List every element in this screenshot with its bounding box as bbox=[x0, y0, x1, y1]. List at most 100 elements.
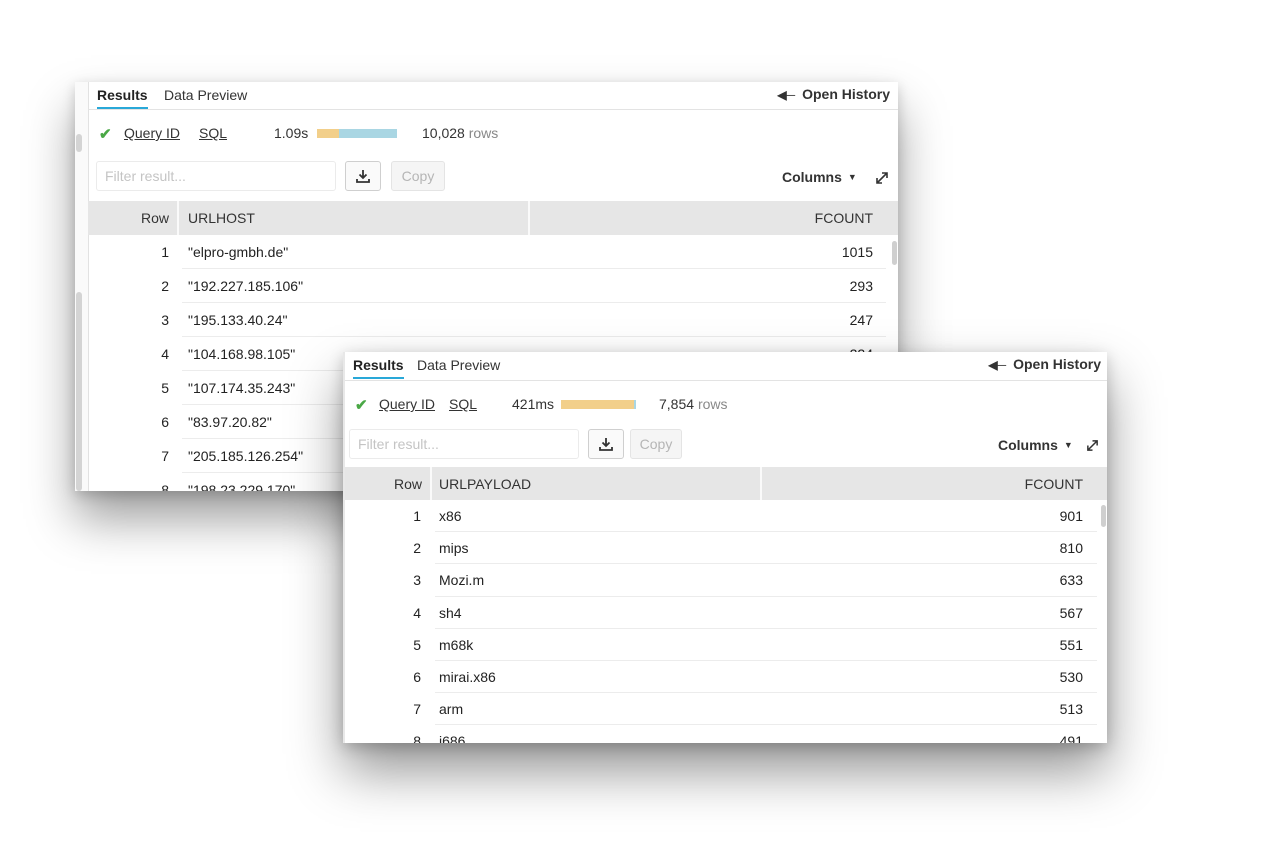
header-row[interactable]: Row bbox=[345, 467, 430, 500]
open-history-label: Open History bbox=[1013, 356, 1101, 372]
table-row[interactable]: 3 "195.133.40.24" 247 bbox=[88, 303, 898, 337]
check-icon: ✔ bbox=[355, 397, 368, 414]
cell-urlpayload[interactable]: sh4 bbox=[439, 597, 462, 629]
result-tabs: Results Data Preview ◀─ Open History bbox=[88, 82, 898, 110]
header-divider[interactable] bbox=[177, 201, 179, 235]
cell-urlpayload[interactable]: arm bbox=[439, 693, 463, 725]
header-divider[interactable] bbox=[430, 467, 432, 500]
tab-results[interactable]: Results bbox=[353, 357, 404, 379]
timing-segment-execute bbox=[633, 400, 636, 409]
cell-urlpayload[interactable]: x86 bbox=[439, 500, 462, 532]
timing-segment-compile bbox=[561, 400, 634, 409]
table-row[interactable]: 7 arm 513 bbox=[345, 693, 1107, 726]
header-divider[interactable] bbox=[760, 467, 762, 500]
cell-fcount[interactable]: 491 bbox=[1060, 725, 1083, 743]
cell-urlpayload[interactable]: mirai.x86 bbox=[439, 661, 496, 693]
grid-scrollbar[interactable] bbox=[892, 241, 897, 265]
cell-fcount[interactable]: 567 bbox=[1060, 597, 1083, 629]
cell-urlpayload[interactable]: m68k bbox=[439, 629, 473, 661]
cell-fcount[interactable]: 551 bbox=[1060, 629, 1083, 661]
cell-fcount[interactable]: 810 bbox=[1060, 532, 1083, 564]
header-row[interactable]: Row bbox=[88, 201, 177, 235]
cell-fcount[interactable]: 633 bbox=[1060, 564, 1083, 596]
copy-button[interactable]: Copy bbox=[630, 429, 682, 459]
left-gutter bbox=[75, 82, 89, 491]
timing-segment-compile bbox=[317, 129, 340, 138]
copy-button[interactable]: Copy bbox=[391, 161, 445, 191]
table-row[interactable]: 3 Mozi.m 633 bbox=[345, 564, 1107, 597]
header-fcount[interactable]: FCOUNT bbox=[1025, 467, 1083, 500]
header-divider[interactable] bbox=[528, 201, 530, 235]
cell-urlhost[interactable]: "198.23.229.170" bbox=[188, 473, 295, 491]
cell-urlpayload[interactable]: i686 bbox=[439, 725, 465, 743]
query-meta: ✔ Query ID SQL 1.09s 10,028 rows bbox=[88, 125, 898, 147]
table-row[interactable]: 2 mips 810 bbox=[345, 532, 1107, 565]
table-row[interactable]: 5 m68k 551 bbox=[345, 629, 1107, 661]
row-count: 10,028 rows bbox=[422, 125, 498, 141]
gutter-handle[interactable] bbox=[76, 134, 82, 152]
cell-urlhost[interactable]: "elpro-gmbh.de" bbox=[188, 235, 288, 269]
timing-segment-execute bbox=[339, 129, 397, 138]
cell-urlpayload[interactable]: Mozi.m bbox=[439, 564, 484, 596]
cell-urlhost[interactable]: "107.174.35.243" bbox=[188, 371, 295, 405]
columns-label: Columns bbox=[998, 437, 1058, 453]
columns-dropdown[interactable]: Columns ▼ bbox=[782, 169, 857, 185]
table-row[interactable]: 4 sh4 567 bbox=[345, 597, 1107, 629]
result-tabs: Results Data Preview ◀─ Open History bbox=[345, 352, 1107, 381]
expand-icon[interactable] bbox=[1086, 439, 1099, 452]
filter-input[interactable] bbox=[96, 161, 336, 191]
query-id-link[interactable]: Query ID bbox=[124, 125, 180, 141]
expand-icon[interactable] bbox=[875, 171, 889, 185]
grid-scrollbar[interactable] bbox=[1101, 505, 1106, 527]
table-row[interactable]: 8 i686 491 bbox=[345, 725, 1107, 743]
cell-urlhost[interactable]: "83.97.20.82" bbox=[188, 405, 272, 439]
cell-fcount[interactable]: 293 bbox=[850, 269, 873, 303]
filter-input[interactable] bbox=[349, 429, 579, 459]
row-divider bbox=[435, 627, 1097, 629]
row-divider bbox=[435, 531, 1097, 533]
cell-fcount[interactable]: 1015 bbox=[842, 235, 873, 269]
cell-urlpayload[interactable]: mips bbox=[439, 532, 469, 564]
query-id-link[interactable]: Query ID bbox=[379, 396, 435, 412]
cell-urlhost[interactable]: "192.227.185.106" bbox=[188, 269, 303, 303]
open-history-button[interactable]: ◀─ Open History bbox=[777, 86, 890, 102]
header-urlhost[interactable]: URLHOST bbox=[188, 201, 255, 235]
cell-fcount[interactable]: 247 bbox=[850, 303, 873, 337]
table-row[interactable]: 6 mirai.x86 530 bbox=[345, 661, 1107, 694]
open-history-button[interactable]: ◀─ Open History bbox=[988, 356, 1101, 372]
cell-urlhost[interactable]: "205.185.126.254" bbox=[188, 439, 303, 473]
row-count-value: 10,028 bbox=[422, 125, 465, 141]
header-fcount[interactable]: FCOUNT bbox=[815, 201, 873, 235]
cell-urlhost[interactable]: "104.168.98.105" bbox=[188, 337, 295, 371]
row-number: 6 bbox=[413, 669, 421, 686]
row-number: 8 bbox=[161, 482, 169, 491]
tab-results[interactable]: Results bbox=[97, 87, 148, 109]
row-divider bbox=[435, 563, 1097, 565]
cell-fcount[interactable]: 901 bbox=[1060, 500, 1083, 532]
gutter-scrollbar[interactable] bbox=[76, 292, 82, 491]
arrow-left-icon: ◀─ bbox=[988, 358, 1007, 372]
row-number: 2 bbox=[161, 278, 169, 294]
cell-fcount[interactable]: 530 bbox=[1060, 661, 1083, 693]
download-button[interactable] bbox=[345, 161, 381, 191]
row-divider bbox=[435, 659, 1097, 661]
header-urlpayload[interactable]: URLPAYLOAD bbox=[439, 467, 531, 500]
tab-data-preview[interactable]: Data Preview bbox=[164, 87, 247, 107]
row-number: 4 bbox=[161, 346, 169, 362]
sql-link[interactable]: SQL bbox=[449, 396, 477, 412]
row-number: 5 bbox=[161, 380, 169, 396]
columns-dropdown[interactable]: Columns ▼ bbox=[998, 437, 1073, 453]
row-number: 6 bbox=[161, 414, 169, 430]
download-button[interactable] bbox=[588, 429, 624, 459]
table-row[interactable]: 1 "elpro-gmbh.de" 1015 bbox=[88, 235, 898, 269]
table-row[interactable]: 1 x86 901 bbox=[345, 500, 1107, 533]
cell-urlhost[interactable]: "195.133.40.24" bbox=[188, 303, 287, 337]
row-number: 7 bbox=[413, 701, 421, 718]
row-divider bbox=[435, 595, 1097, 597]
sql-link[interactable]: SQL bbox=[199, 125, 227, 141]
row-number: 7 bbox=[161, 448, 169, 464]
tab-data-preview[interactable]: Data Preview bbox=[417, 357, 500, 377]
cell-fcount[interactable]: 513 bbox=[1060, 693, 1083, 725]
table-row[interactable]: 2 "192.227.185.106" 293 bbox=[88, 269, 898, 303]
timing-bar bbox=[561, 400, 636, 409]
